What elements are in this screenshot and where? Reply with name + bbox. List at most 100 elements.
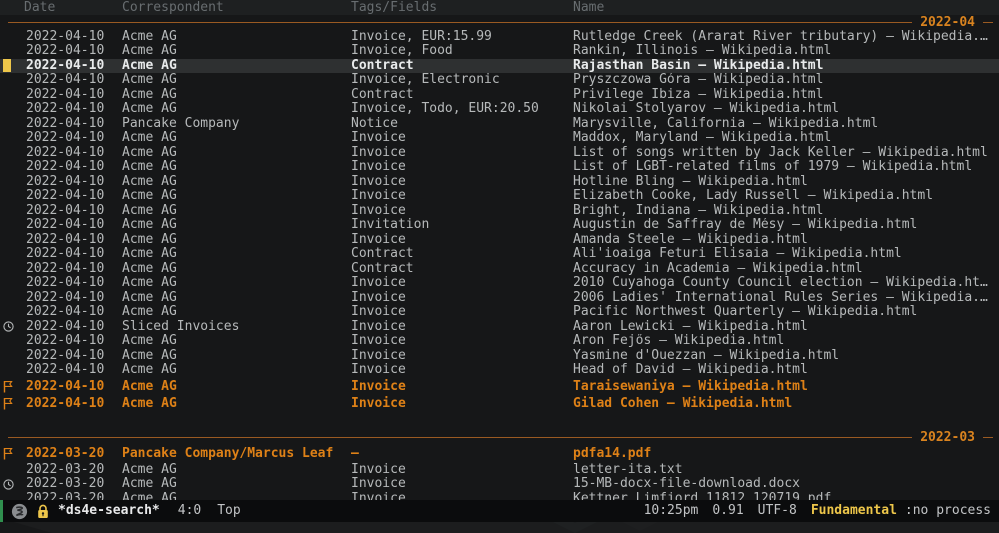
document-row[interactable]: 2022-04-10 Acme AG Invoice 2010 Cuyahoga… xyxy=(0,276,999,291)
row-date: 2022-03-20 xyxy=(24,492,116,501)
row-status-icons xyxy=(0,88,24,103)
row-date: 2022-04-10 xyxy=(24,189,116,204)
row-tags: Invoice xyxy=(345,189,567,204)
row-tags: Invoice xyxy=(345,160,567,175)
row-correspondent: Acme AG xyxy=(116,233,345,248)
row-tags: Contract xyxy=(345,59,567,74)
row-tags: Invoice xyxy=(345,492,567,501)
document-row[interactable]: 2022-03-20 Pancake Company/Marcus Leaf –… xyxy=(0,445,999,463)
document-row[interactable]: 2022-04-10 Acme AG Invoice, Electronic P… xyxy=(0,73,999,88)
row-correspondent: Acme AG xyxy=(116,363,345,378)
row-date: 2022-04-10 xyxy=(24,305,116,320)
row-tags: Invoice xyxy=(345,477,567,492)
document-row[interactable]: 2022-04-10 Acme AG Invoice, EUR:15.99 Ru… xyxy=(0,30,999,45)
row-name: Hotline Bling – Wikipedia.html xyxy=(567,175,999,190)
modeline-left: *ds4e-search* 4:0 Top xyxy=(3,500,241,522)
row-name: Accuracy in Academia – Wikipedia.html xyxy=(567,262,999,277)
document-row[interactable]: 2022-03-20 Acme AG Invoice letter-ita.tx… xyxy=(0,463,999,478)
row-status-icons xyxy=(0,276,24,291)
row-correspondent: Acme AG xyxy=(116,204,345,219)
lock-icon xyxy=(36,504,50,519)
major-mode-name[interactable]: Fundamental xyxy=(811,500,897,522)
document-row[interactable]: 2022-04-10 Acme AG Invoice Yasmine d'Oue… xyxy=(0,349,999,364)
row-status-icons xyxy=(0,291,24,306)
document-row[interactable]: 2022-04-10 Acme AG Contract Accuracy in … xyxy=(0,262,999,277)
row-name: Amanda Steele – Wikipedia.html xyxy=(567,233,999,248)
row-name: Yasmine d'Ouezzan – Wikipedia.html xyxy=(567,349,999,364)
row-correspondent: Acme AG xyxy=(116,291,345,306)
row-date: 2022-04-10 xyxy=(24,247,116,262)
row-correspondent: Acme AG xyxy=(116,247,345,262)
document-row[interactable]: 2022-04-10 Acme AG Invoice 2006 Ladies' … xyxy=(0,291,999,306)
document-row[interactable]: 2022-04-10 Acme AG Invoice Hotline Bling… xyxy=(0,175,999,190)
row-status-icons xyxy=(0,378,24,396)
row-date: 2022-03-20 xyxy=(24,445,116,463)
row-status-icons xyxy=(0,160,24,175)
row-status-icons xyxy=(0,305,24,320)
document-row[interactable]: 2022-04-10 Acme AG Invoice Taraisewaniya… xyxy=(0,378,999,396)
row-tags: Invoice, Food xyxy=(345,44,567,59)
row-correspondent: Acme AG xyxy=(116,463,345,478)
row-name: Elizabeth Cooke, Lady Russell – Wikipedi… xyxy=(567,189,999,204)
document-row[interactable]: 2022-04-10 Acme AG Invoice List of songs… xyxy=(0,146,999,161)
row-date: 2022-04-10 xyxy=(24,73,116,88)
section-date-label: 2022-04 xyxy=(912,15,983,30)
row-correspondent: Acme AG xyxy=(116,30,345,45)
document-row[interactable]: 2022-04-10 Acme AG Invoice List of LGBT-… xyxy=(0,160,999,175)
document-row[interactable]: 2022-03-20 Acme AG Invoice 15-MB-docx-fi… xyxy=(0,477,999,492)
document-row[interactable]: 2022-03-20 Acme AG Invoice Kettner Limfj… xyxy=(0,492,999,501)
section-gap xyxy=(0,413,999,431)
emacs-logo-icon xyxy=(11,503,28,520)
row-status-icons xyxy=(0,395,24,413)
row-date: 2022-04-10 xyxy=(24,160,116,175)
row-name: Kettner Limfjord 11812 120719.pdf xyxy=(567,492,999,501)
row-name: Pacific Northwest Quarterly – Wikipedia.… xyxy=(567,305,999,320)
row-date: 2022-04-10 xyxy=(24,88,116,103)
document-row[interactable]: 2022-04-10 Sliced Invoices Invoice Aaron… xyxy=(0,320,999,335)
row-name: Marysville, California – Wikipedia.html xyxy=(567,117,999,132)
row-tags: – xyxy=(345,445,567,463)
document-row[interactable]: 2022-04-10 Acme AG Invoice, Food Rankin,… xyxy=(0,44,999,59)
row-tags: Invoice, EUR:15.99 xyxy=(345,30,567,45)
document-row[interactable]: 2022-04-10 Acme AG Invoice Pacific North… xyxy=(0,305,999,320)
date-section-separator: 2022-03 xyxy=(0,431,999,446)
document-row[interactable]: 2022-04-10 Acme AG Invoice Head of David… xyxy=(0,363,999,378)
document-row[interactable]: 2022-04-10 Acme AG Invitation Augustin d… xyxy=(0,218,999,233)
row-name: 2006 Ladies' International Rules Series … xyxy=(567,291,999,306)
document-row[interactable]: 2022-04-10 Acme AG Contract Ali'ioaiga F… xyxy=(0,247,999,262)
document-row[interactable]: 2022-04-10 Acme AG Invoice Elizabeth Coo… xyxy=(0,189,999,204)
row-tags: Invoice xyxy=(345,276,567,291)
document-row[interactable]: 2022-04-10 Acme AG Invoice Bright, India… xyxy=(0,204,999,219)
row-status-icons xyxy=(0,218,24,233)
row-status-icons xyxy=(0,204,24,219)
separator-rule xyxy=(8,22,912,23)
buffer-name[interactable]: *ds4e-search* xyxy=(58,500,160,522)
modeline-right: 10:25pm 0.91 UTF-8 Fundamental :no proce… xyxy=(644,500,999,522)
document-row[interactable]: 2022-04-10 Acme AG Invoice Áron Fejős – … xyxy=(0,334,999,349)
row-date: 2022-04-10 xyxy=(24,131,116,146)
row-date: 2022-03-20 xyxy=(24,463,116,478)
row-name: Taraisewaniya – Wikipedia.html xyxy=(567,378,999,396)
row-date: 2022-04-10 xyxy=(24,291,116,306)
echo-area xyxy=(0,522,999,533)
row-tags: Invoice, Electronic xyxy=(345,73,567,88)
row-status-icons xyxy=(0,233,24,248)
document-row[interactable]: 2022-04-10 Acme AG Invoice, Todo, EUR:20… xyxy=(0,102,999,117)
selection-marker-icon xyxy=(3,59,11,72)
document-row[interactable]: 2022-04-10 Pancake Company Notice Marysv… xyxy=(0,117,999,132)
row-name: Áron Fejős – Wikipedia.html xyxy=(567,334,999,349)
document-row[interactable]: 2022-04-10 Acme AG Invoice Maddox, Maryl… xyxy=(0,131,999,146)
row-correspondent: Acme AG xyxy=(116,378,345,396)
document-row[interactable]: 2022-04-10 Acme AG Invoice Gilad Cohen –… xyxy=(0,395,999,413)
load-average: 0.91 xyxy=(712,500,743,522)
row-date: 2022-04-10 xyxy=(24,349,116,364)
row-tags: Contract xyxy=(345,262,567,277)
row-status-icons xyxy=(0,189,24,204)
modeline: *ds4e-search* 4:0 Top 10:25pm 0.91 UTF-8… xyxy=(0,500,999,522)
row-tags: Contract xyxy=(345,88,567,103)
row-name: Gilad Cohen – Wikipedia.html xyxy=(567,395,999,413)
document-row[interactable]: 2022-04-10 Acme AG Contract Rajasthan Ba… xyxy=(0,59,999,74)
row-date: 2022-04-10 xyxy=(24,102,116,117)
document-row[interactable]: 2022-04-10 Acme AG Contract Privilege Ib… xyxy=(0,88,999,103)
document-row[interactable]: 2022-04-10 Acme AG Invoice Amanda Steele… xyxy=(0,233,999,248)
